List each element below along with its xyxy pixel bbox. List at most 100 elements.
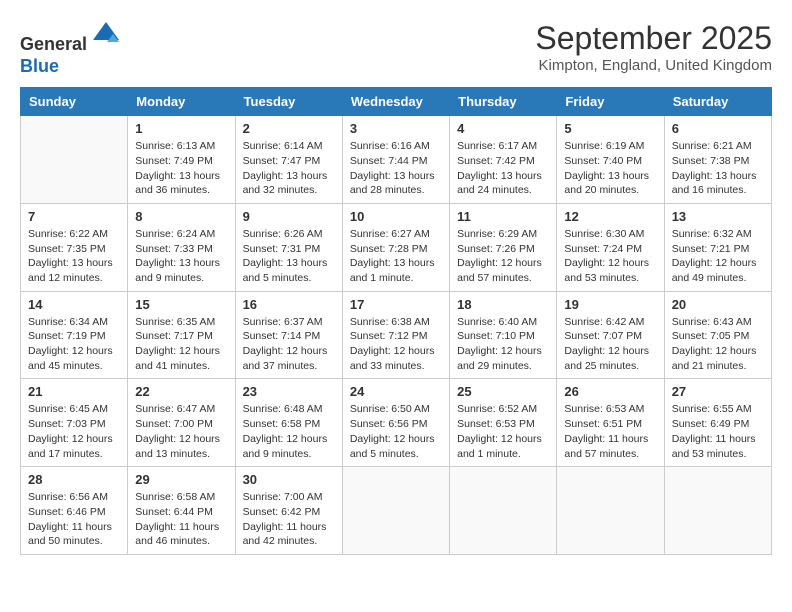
day-number: 23 [243, 384, 335, 399]
day-info: Sunrise: 6:42 AM Sunset: 7:07 PM Dayligh… [564, 315, 656, 374]
day-number: 15 [135, 297, 227, 312]
day-info: Sunrise: 6:14 AM Sunset: 7:47 PM Dayligh… [243, 139, 335, 198]
day-info: Sunrise: 6:26 AM Sunset: 7:31 PM Dayligh… [243, 227, 335, 286]
calendar-day-cell: 23Sunrise: 6:48 AM Sunset: 6:58 PM Dayli… [235, 379, 342, 467]
day-of-week-header: Wednesday [342, 88, 449, 116]
day-info: Sunrise: 6:37 AM Sunset: 7:14 PM Dayligh… [243, 315, 335, 374]
day-number: 11 [457, 209, 549, 224]
calendar-day-cell: 6Sunrise: 6:21 AM Sunset: 7:38 PM Daylig… [664, 116, 771, 204]
day-number: 28 [28, 472, 120, 487]
day-info: Sunrise: 6:13 AM Sunset: 7:49 PM Dayligh… [135, 139, 227, 198]
calendar-day-cell: 29Sunrise: 6:58 AM Sunset: 6:44 PM Dayli… [128, 467, 235, 555]
logo-icon [91, 20, 121, 50]
day-info: Sunrise: 6:35 AM Sunset: 7:17 PM Dayligh… [135, 315, 227, 374]
day-number: 18 [457, 297, 549, 312]
day-info: Sunrise: 6:45 AM Sunset: 7:03 PM Dayligh… [28, 402, 120, 461]
logo-blue: Blue [20, 56, 59, 76]
day-info: Sunrise: 6:53 AM Sunset: 6:51 PM Dayligh… [564, 402, 656, 461]
day-info: Sunrise: 6:56 AM Sunset: 6:46 PM Dayligh… [28, 490, 120, 549]
calendar-day-cell: 4Sunrise: 6:17 AM Sunset: 7:42 PM Daylig… [450, 116, 557, 204]
day-info: Sunrise: 6:34 AM Sunset: 7:19 PM Dayligh… [28, 315, 120, 374]
location: Kimpton, England, United Kingdom [535, 57, 772, 74]
calendar-week-row: 1Sunrise: 6:13 AM Sunset: 7:49 PM Daylig… [21, 116, 772, 204]
day-info: Sunrise: 6:40 AM Sunset: 7:10 PM Dayligh… [457, 315, 549, 374]
calendar-day-cell: 18 Sunrise: 6:40 AM Sunset: 7:10 PM Dayli… [450, 291, 557, 379]
day-info: Sunrise: 6:30 AM Sunset: 7:24 PM Dayligh… [564, 227, 656, 286]
calendar-day-cell: 13 Sunrise: 6:32 AM Sunset: 7:21 PM Dayli… [664, 203, 771, 291]
calendar-week-row: 14 Sunrise: 6:34 AM Sunset: 7:19 PM Dayli… [21, 291, 772, 379]
calendar-body: 1Sunrise: 6:13 AM Sunset: 7:49 PM Daylig… [21, 116, 772, 555]
day-number: 22 [135, 384, 227, 399]
day-number: 30 [243, 472, 335, 487]
calendar-day-cell: 3Sunrise: 6:16 AM Sunset: 7:44 PM Daylig… [342, 116, 449, 204]
day-info: Sunrise: 6:27 AM Sunset: 7:28 PM Dayligh… [350, 227, 442, 286]
calendar-day-cell: 7 Sunrise: 6:22 AM Sunset: 7:35 PM Daylig… [21, 203, 128, 291]
month-title: September 2025 [535, 20, 772, 57]
day-number: 13 [672, 209, 764, 224]
day-number: 7 [28, 209, 120, 224]
day-info: Sunrise: 6:22 AM Sunset: 7:35 PM Dayligh… [28, 227, 120, 286]
calendar-day-cell: 20Sunrise: 6:43 AM Sunset: 7:05 PM Dayli… [664, 291, 771, 379]
calendar-day-cell: 25 Sunrise: 6:52 AM Sunset: 6:53 PM Dayli… [450, 379, 557, 467]
day-info: Sunrise: 6:32 AM Sunset: 7:21 PM Dayligh… [672, 227, 764, 286]
day-number: 3 [350, 121, 442, 136]
day-info: Sunrise: 6:24 AM Sunset: 7:33 PM Dayligh… [135, 227, 227, 286]
day-number: 29 [135, 472, 227, 487]
day-number: 12 [564, 209, 656, 224]
day-number: 14 [28, 297, 120, 312]
day-info: Sunrise: 6:50 AM Sunset: 6:56 PM Dayligh… [350, 402, 442, 461]
calendar-day-cell: 30 Sunrise: 7:00 AM Sunset: 6:42 PM Dayli… [235, 467, 342, 555]
calendar-day-cell: 2 Sunrise: 6:14 AM Sunset: 7:47 PM Daylig… [235, 116, 342, 204]
calendar-day-cell: 28 Sunrise: 6:56 AM Sunset: 6:46 PM Dayli… [21, 467, 128, 555]
calendar-week-row: 7 Sunrise: 6:22 AM Sunset: 7:35 PM Daylig… [21, 203, 772, 291]
calendar-week-row: 28 Sunrise: 6:56 AM Sunset: 6:46 PM Dayli… [21, 467, 772, 555]
calendar-day-cell: 21 Sunrise: 6:45 AM Sunset: 7:03 PM Dayli… [21, 379, 128, 467]
day-number: 10 [350, 209, 442, 224]
day-of-week-header: Sunday [21, 88, 128, 116]
calendar-day-cell: 1Sunrise: 6:13 AM Sunset: 7:49 PM Daylig… [128, 116, 235, 204]
calendar-day-cell [21, 116, 128, 204]
day-of-week-header: Monday [128, 88, 235, 116]
day-number: 9 [243, 209, 335, 224]
day-number: 17 [350, 297, 442, 312]
day-number: 21 [28, 384, 120, 399]
calendar-day-cell: 22Sunrise: 6:47 AM Sunset: 7:00 PM Dayli… [128, 379, 235, 467]
calendar-header-row: SundayMondayTuesdayWednesdayThursdayFrid… [21, 88, 772, 116]
calendar-day-cell: 5 Sunrise: 6:19 AM Sunset: 7:40 PM Daylig… [557, 116, 664, 204]
page-header: General Blue September 2025 Kimpton, Eng… [20, 20, 772, 77]
day-number: 24 [350, 384, 442, 399]
day-info: Sunrise: 6:19 AM Sunset: 7:40 PM Dayligh… [564, 139, 656, 198]
calendar-day-cell [342, 467, 449, 555]
calendar-day-cell: 9 Sunrise: 6:26 AM Sunset: 7:31 PM Daylig… [235, 203, 342, 291]
calendar-day-cell: 12 Sunrise: 6:30 AM Sunset: 7:24 PM Dayli… [557, 203, 664, 291]
title-block: September 2025 Kimpton, England, United … [535, 20, 772, 74]
day-number: 2 [243, 121, 335, 136]
calendar-day-cell: 17 Sunrise: 6:38 AM Sunset: 7:12 PM Dayli… [342, 291, 449, 379]
calendar-day-cell: 19Sunrise: 6:42 AM Sunset: 7:07 PM Dayli… [557, 291, 664, 379]
day-number: 5 [564, 121, 656, 136]
calendar-table: SundayMondayTuesdayWednesdayThursdayFrid… [20, 87, 772, 555]
calendar-day-cell: 15 Sunrise: 6:35 AM Sunset: 7:17 PM Dayli… [128, 291, 235, 379]
day-info: Sunrise: 6:52 AM Sunset: 6:53 PM Dayligh… [457, 402, 549, 461]
day-of-week-header: Tuesday [235, 88, 342, 116]
day-number: 25 [457, 384, 549, 399]
day-info: Sunrise: 7:00 AM Sunset: 6:42 PM Dayligh… [243, 490, 335, 549]
calendar-day-cell: 27 Sunrise: 6:55 AM Sunset: 6:49 PM Dayli… [664, 379, 771, 467]
calendar-day-cell [450, 467, 557, 555]
day-of-week-header: Friday [557, 88, 664, 116]
calendar-day-cell: 10 Sunrise: 6:27 AM Sunset: 7:28 PM Dayli… [342, 203, 449, 291]
day-number: 20 [672, 297, 764, 312]
calendar-day-cell [664, 467, 771, 555]
day-number: 26 [564, 384, 656, 399]
calendar-day-cell: 16Sunrise: 6:37 AM Sunset: 7:14 PM Dayli… [235, 291, 342, 379]
logo: General Blue [20, 20, 121, 77]
calendar-day-cell: 11Sunrise: 6:29 AM Sunset: 7:26 PM Dayli… [450, 203, 557, 291]
day-info: Sunrise: 6:55 AM Sunset: 6:49 PM Dayligh… [672, 402, 764, 461]
calendar-day-cell: 14 Sunrise: 6:34 AM Sunset: 7:19 PM Dayli… [21, 291, 128, 379]
day-number: 27 [672, 384, 764, 399]
logo-general: General [20, 34, 87, 54]
day-info: Sunrise: 6:17 AM Sunset: 7:42 PM Dayligh… [457, 139, 549, 198]
day-info: Sunrise: 6:38 AM Sunset: 7:12 PM Dayligh… [350, 315, 442, 374]
calendar-day-cell: 26 Sunrise: 6:53 AM Sunset: 6:51 PM Dayli… [557, 379, 664, 467]
calendar-day-cell: 24 Sunrise: 6:50 AM Sunset: 6:56 PM Dayli… [342, 379, 449, 467]
